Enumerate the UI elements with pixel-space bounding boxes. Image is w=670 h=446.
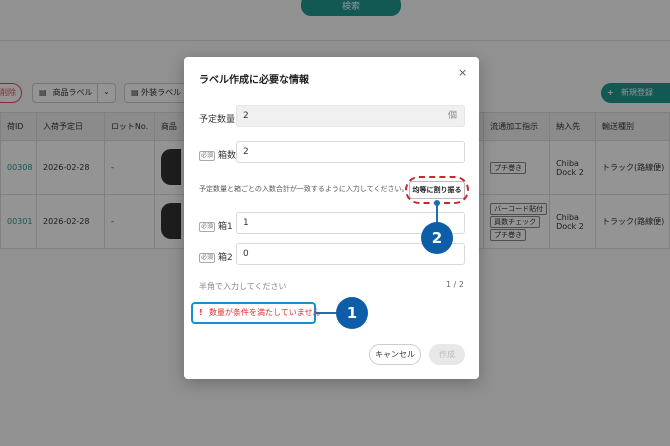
callout-2-line [436,202,438,224]
qty-match-hint: 予定数量と箱ごとの入数合計が一致するように入力してください。 [199,185,409,193]
close-icon[interactable]: × [458,66,467,79]
box-counter: 1 / 2 [446,280,464,289]
create-button[interactable]: 作成 [429,344,465,365]
planned-qty-unit: 個 [447,111,457,121]
callout-1-badge: 1 [336,297,368,329]
required-badge: 必須 [199,150,215,161]
box-count-value: 2 [243,147,249,157]
box1-label: 箱1 [218,222,233,232]
planned-qty-field: 2 個 [236,105,465,127]
halfwidth-hint: 半角で入力してください [199,282,287,291]
box-count-input[interactable]: 2 [236,141,465,163]
callout-1-line [316,312,338,314]
box1-row-label: 必須 箱1 [199,219,233,232]
cancel-button[interactable]: キャンセル [369,344,421,365]
planned-qty-label: 予定数量 [199,115,236,125]
modal-title: ラベル作成に必要な情報 [199,75,309,86]
error-message: ! 数量が条件を満たしていません [191,302,321,324]
planned-qty-value: 2 [243,111,249,121]
error-text: 数量が条件を満たしていません [209,308,321,317]
box-count-row-label: 必須 箱数 [199,148,236,161]
callout-2-badge: 2 [421,222,453,254]
label-info-modal: ラベル作成に必要な情報 × 予定数量 2 個 必須 箱数 2 予定数量と箱ごとの入… [184,57,479,379]
box2-label: 箱2 [218,253,233,263]
box1-value: 1 [243,218,249,228]
required-badge: 必須 [199,252,215,263]
box2-row-label: 必須 箱2 [199,250,233,263]
error-icon: ! [199,308,203,317]
box2-value: 0 [243,249,249,259]
required-badge: 必須 [199,221,215,232]
box-count-label: 箱数 [218,151,237,161]
